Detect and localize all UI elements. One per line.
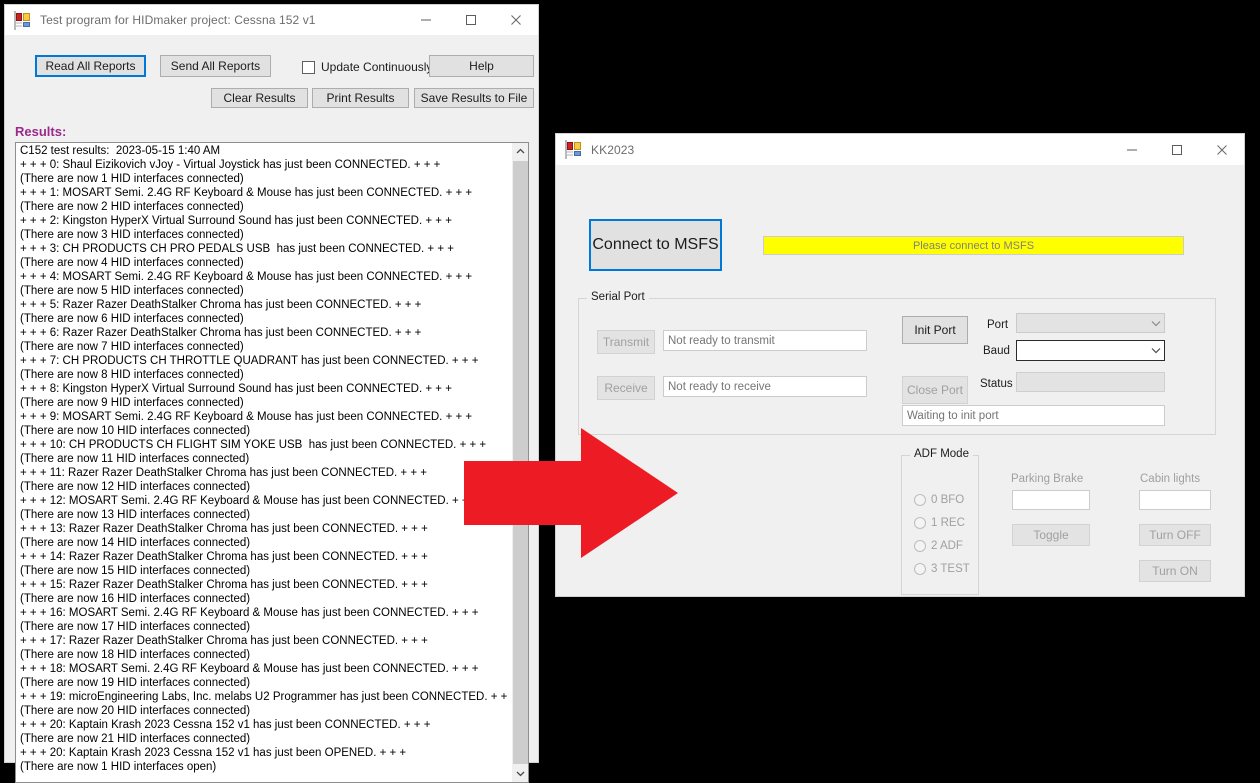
adf-mode-group-title: ADF Mode [910, 448, 973, 460]
connect-to-msfs-button[interactable]: Connect to MSFS [589, 219, 722, 271]
adf-radio-3-test[interactable]: 3 TEST [914, 563, 970, 575]
scroll-down-icon[interactable] [512, 765, 528, 782]
hidmaker-window-title: Test program for HIDmaker project: Cessn… [40, 13, 316, 27]
init-status-field: Waiting to init port [902, 405, 1165, 426]
radio-icon [914, 517, 926, 529]
checkbox-box[interactable] [302, 60, 315, 74]
scrollbar-thumb[interactable] [513, 161, 528, 764]
update-continuously-checkbox[interactable]: Update Continuously [302, 60, 432, 74]
vb-form-icon [565, 140, 582, 159]
cabin-lights-field [1139, 490, 1211, 510]
msfs-status-banner: Please connect to MSFS [763, 236, 1184, 255]
parking-brake-label: Parking Brake [1011, 473, 1084, 485]
update-continuously-label: Update Continuously [321, 60, 433, 74]
hidmaker-titlebar[interactable]: Test program for HIDmaker project: Cessn… [5, 5, 538, 36]
maximize-icon[interactable] [1154, 134, 1199, 165]
serial-port-group-title: Serial Port [587, 291, 649, 303]
init-port-button[interactable]: Init Port [902, 316, 968, 344]
send-all-reports-button[interactable]: Send All Reports [160, 55, 271, 77]
transmit-button[interactable]: Transmit [597, 330, 655, 354]
port-status-field [1016, 372, 1165, 392]
cabin-lights-label: Cabin lights [1140, 473, 1201, 485]
parking-brake-toggle-button[interactable]: Toggle [1012, 524, 1090, 546]
close-icon[interactable] [1199, 134, 1244, 165]
minimize-icon[interactable] [1109, 134, 1154, 165]
results-vertical-scrollbar[interactable] [511, 143, 528, 782]
hidmaker-test-window: Test program for HIDmaker project: Cessn… [4, 4, 539, 783]
close-icon[interactable] [493, 5, 538, 36]
maximize-icon[interactable] [448, 5, 493, 36]
clear-results-button[interactable]: Clear Results [211, 88, 308, 108]
kk2023-window-title: KK2023 [591, 142, 635, 157]
radio-icon [914, 540, 926, 552]
cabin-lights-turn-on-button[interactable]: Turn ON [1139, 560, 1211, 582]
port-combobox[interactable] [1016, 313, 1165, 333]
scroll-up-icon[interactable] [512, 143, 528, 160]
receive-status-field: Not ready to receive [663, 376, 867, 397]
read-all-reports-button[interactable]: Read All Reports [35, 55, 146, 77]
baud-label: Baud [983, 345, 1010, 357]
hidmaker-body: Read All Reports Send All Reports Update… [5, 36, 538, 783]
adf-radio-label: 2 ADF [931, 540, 963, 552]
parking-brake-field [1012, 490, 1090, 510]
kk2023-body: Connect to MSFS Please connect to MSFS S… [556, 165, 1244, 596]
results-label: Results: [15, 124, 67, 139]
results-text-content: C152 test results: 2023-05-15 1:40 AM + … [20, 145, 511, 773]
adf-radio-label: 0 BFO [931, 494, 965, 506]
serial-port-group: Serial Port Transmit Not ready to transm… [578, 291, 1216, 435]
port-label: Port [987, 319, 1009, 331]
save-results-to-file-button[interactable]: Save Results to File [414, 88, 534, 108]
chevron-down-icon [1147, 320, 1164, 327]
radio-icon [914, 563, 926, 575]
chevron-down-icon [1147, 347, 1164, 354]
kk2023-titlebar[interactable]: KK2023 [556, 134, 1244, 165]
adf-radio-label: 1 REC [931, 517, 965, 529]
help-button[interactable]: Help [429, 55, 534, 77]
kk2023-window: KK2023 Connect to MSFS Please connect to… [555, 133, 1245, 597]
results-textbox[interactable]: C152 test results: 2023-05-15 1:40 AM + … [15, 142, 529, 783]
print-results-button[interactable]: Print Results [312, 88, 409, 108]
vb-form-icon [14, 10, 31, 30]
adf-radio-2-adf[interactable]: 2 ADF [914, 540, 963, 552]
cabin-lights-turn-off-button[interactable]: Turn OFF [1139, 524, 1211, 546]
radio-icon [914, 494, 926, 506]
adf-radio-1-rec[interactable]: 1 REC [914, 517, 965, 529]
adf-radio-0-bfo[interactable]: 0 BFO [914, 494, 964, 506]
receive-button[interactable]: Receive [597, 376, 655, 400]
status-label: Status [980, 378, 1013, 390]
adf-radio-label: 3 TEST [931, 563, 970, 575]
baud-combobox[interactable] [1016, 340, 1165, 361]
transmit-status-field: Not ready to transmit [663, 330, 867, 351]
minimize-icon[interactable] [403, 5, 448, 36]
adf-mode-group: ADF Mode 0 BFO 1 REC 2 ADF 3 TEST [901, 448, 979, 595]
close-port-button[interactable]: Close Port [902, 376, 968, 404]
